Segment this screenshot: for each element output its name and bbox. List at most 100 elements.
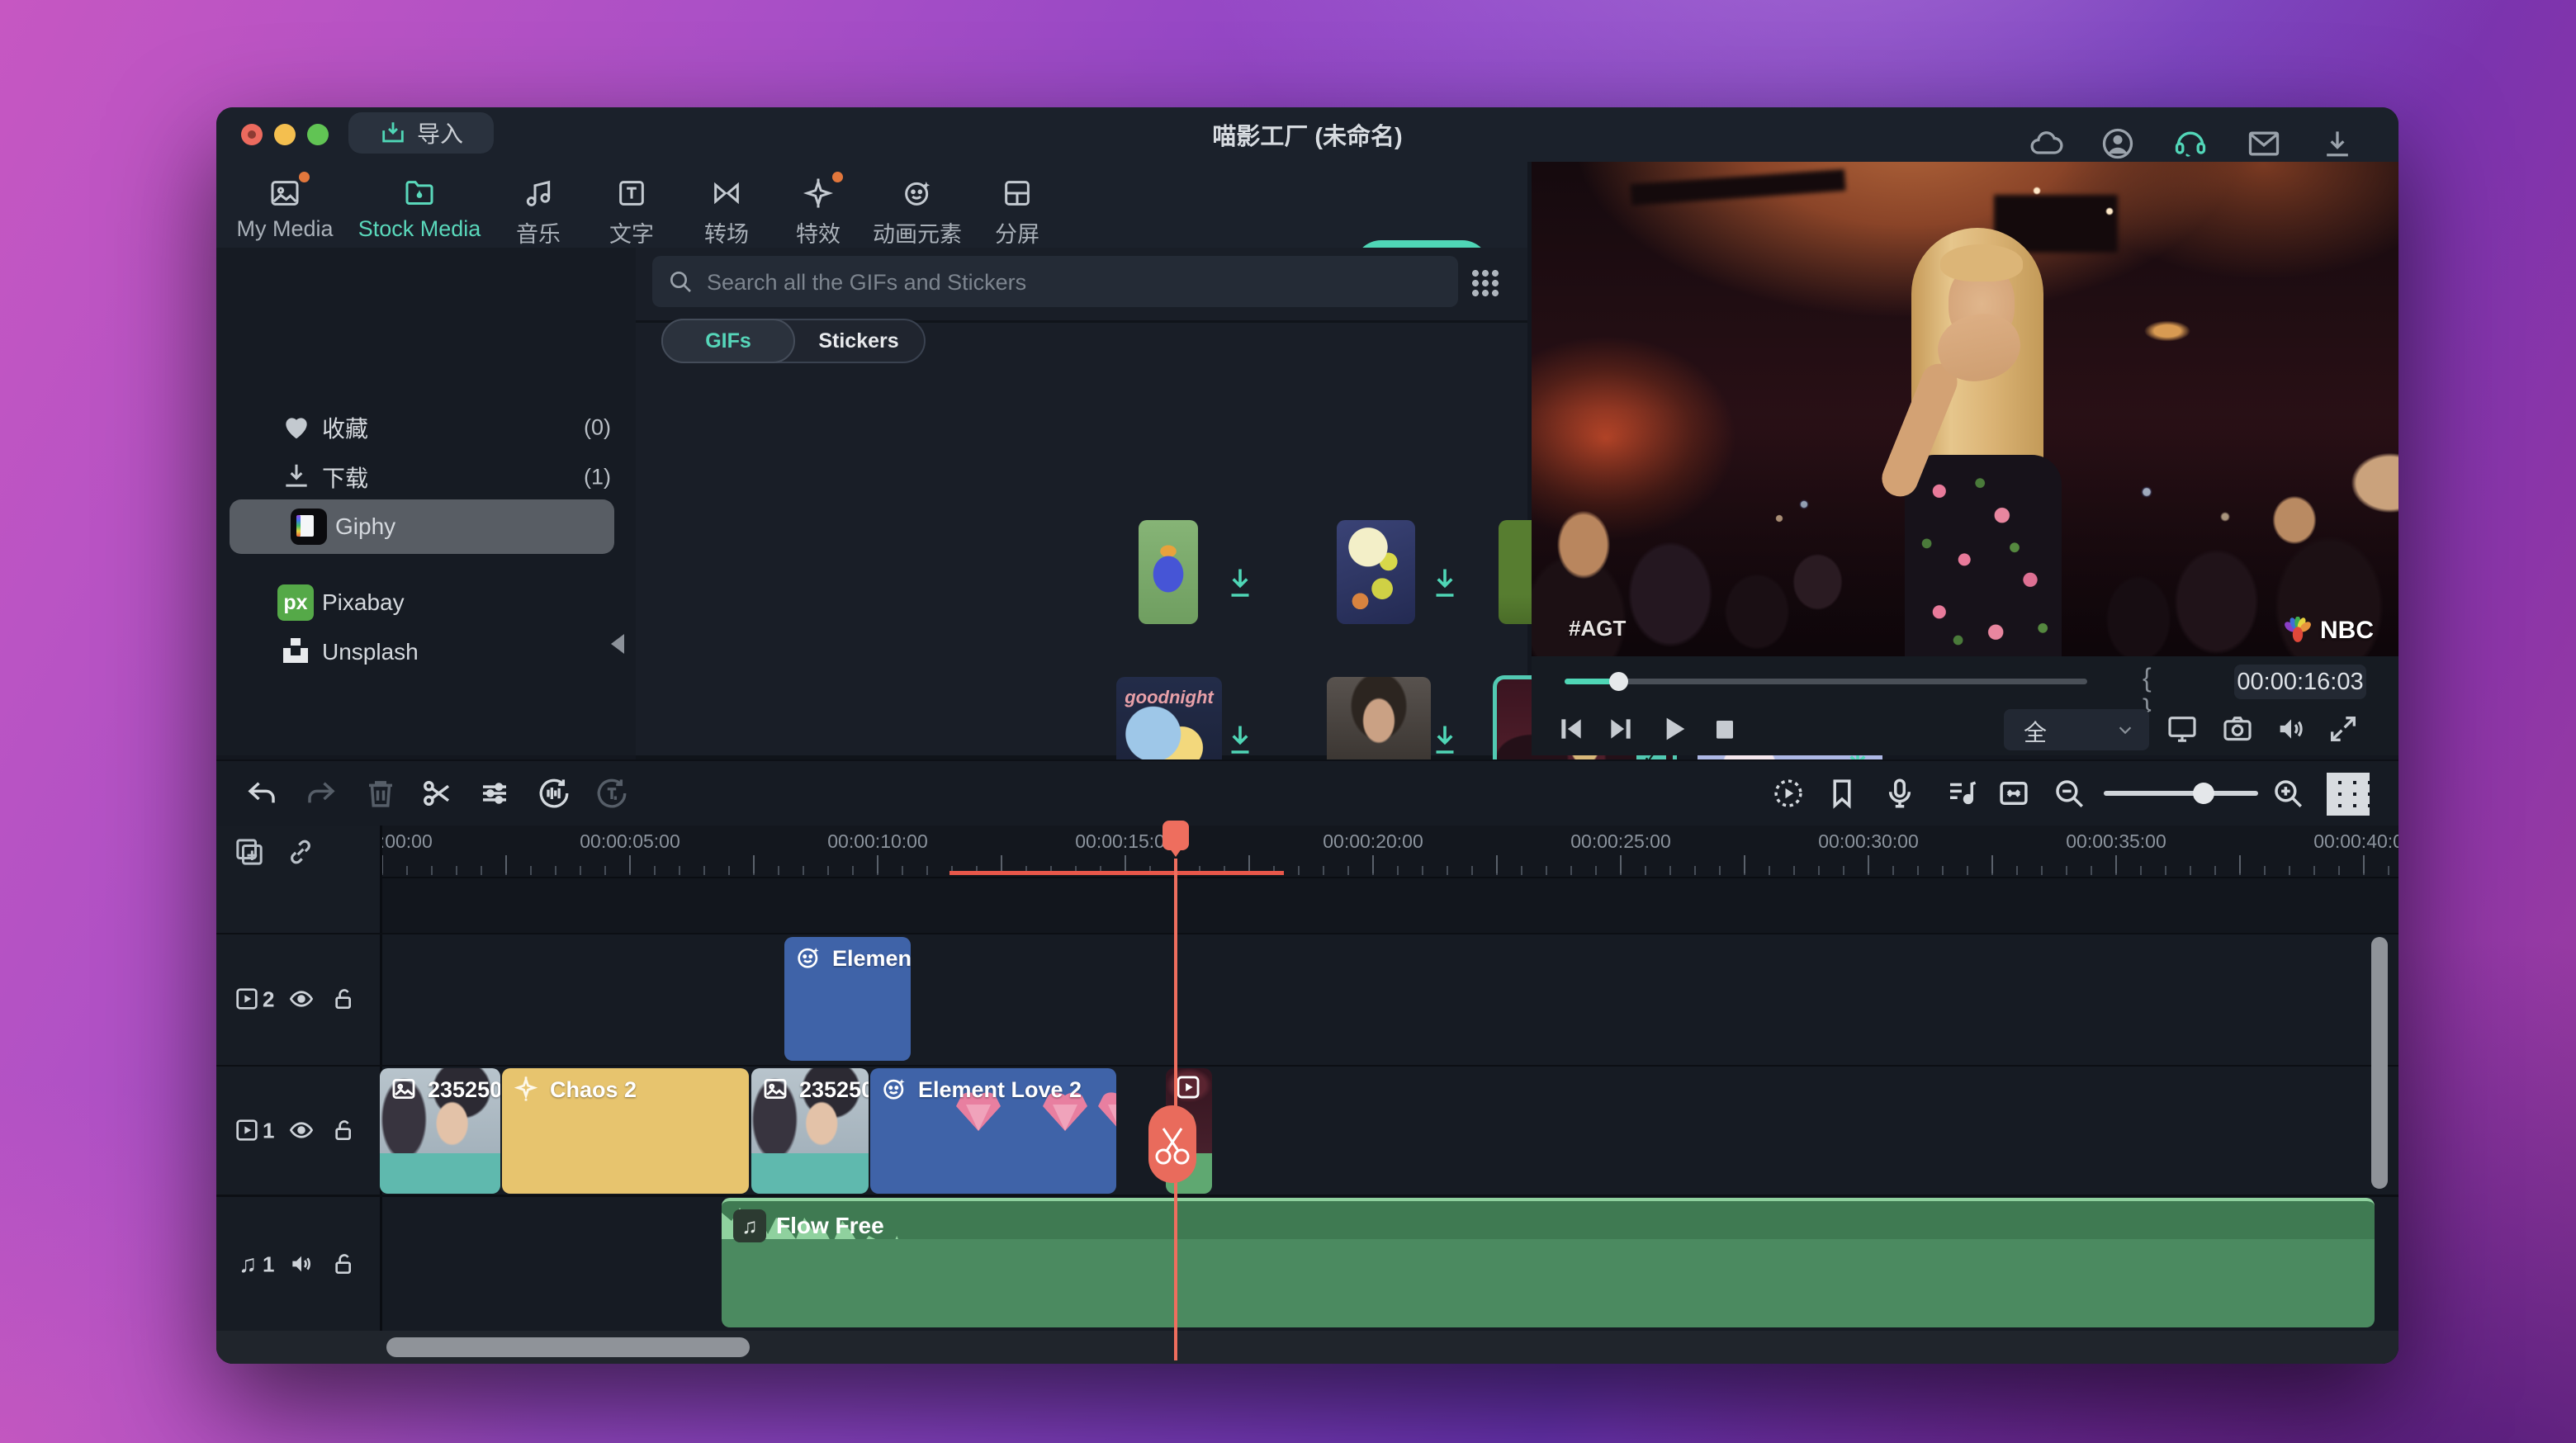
speech-to-text-button[interactable] [594,776,631,812]
tab-gifs[interactable]: GIFs [661,319,795,363]
stop-button[interactable] [1708,712,1745,749]
adjust-properties-button[interactable] [477,776,514,812]
display-device-icon[interactable] [2166,712,2202,749]
marker-button[interactable] [1825,776,1861,812]
clip-body [751,1153,869,1194]
undo-button[interactable] [244,776,281,812]
volume-icon[interactable] [2275,712,2311,749]
video-preview[interactable]: #AGT NBC [1532,162,2398,656]
link-clips-icon[interactable] [284,835,317,868]
clip-element-track2[interactable]: Element [784,937,911,1061]
clip-chaos2[interactable]: Chaos 2 [502,1068,749,1194]
cloud-icon[interactable] [2028,125,2064,162]
nbc-peacock-icon [2282,617,2313,645]
horizontal-scrollbar-thumb[interactable] [386,1337,750,1357]
account-icon[interactable] [2100,125,2136,162]
seek-bar[interactable] [1565,679,2087,684]
support-headset-icon[interactable] [2172,125,2209,162]
rendered-region-indicator [949,871,1284,875]
playhead-handle[interactable] [1163,821,1189,850]
tab-my-media[interactable]: My Media [216,177,359,242]
tab-label: My Media [236,216,333,242]
sidebar-item-unsplash[interactable]: Unsplash [216,627,636,678]
play-button[interactable] [1657,712,1693,749]
video-track-icon [234,986,262,1014]
download-gif-icon[interactable] [1225,565,1255,600]
video-track-icon [234,1117,262,1145]
timeline-zoom-slider[interactable] [2104,791,2258,796]
zoom-out-icon[interactable] [2052,776,2088,812]
sidebar-collapse-arrow[interactable] [611,634,624,654]
video-clip-icon [1174,1073,1202,1101]
clip-element-love[interactable]: Element Love 2 [870,1068,1116,1194]
audio-mixer-button[interactable] [1944,776,1981,812]
redo-button[interactable] [304,776,340,812]
performer-bangs [1940,244,2023,282]
ruler-label: 00:00:35:00 [2066,830,2166,853]
gif-thumbnail[interactable] [1139,520,1198,624]
ruler-label: 00:00:20:00 [1323,830,1423,853]
zoom-in-icon[interactable] [2271,776,2307,812]
record-voiceover-button[interactable] [1882,776,1919,812]
preview-scale-dropdown[interactable]: 全 [2004,709,2149,750]
music-note-icon: ♫ [733,1209,766,1242]
eye-icon[interactable] [288,986,316,1014]
window-title: 喵影工厂 (未命名) [216,107,2398,162]
apps-grid-icon[interactable] [1471,269,1499,297]
ruler-label: 00:00:05:00 [580,830,680,853]
tab-label: 音乐 [516,216,561,248]
sidebar-item-giphy[interactable]: Giphy [230,499,614,554]
zoom-slider-handle[interactable] [2193,783,2214,804]
render-preview-button[interactable] [1771,776,1807,812]
sidebar-item-pixabay[interactable]: px Pixabay [216,577,636,628]
add-track-icon[interactable] [233,835,266,868]
vertical-scrollbar-thumb[interactable] [2371,937,2388,1189]
download-gif-icon[interactable] [1430,565,1460,600]
seek-handle[interactable] [1609,672,1628,691]
tab-stickers[interactable]: Stickers [793,320,924,362]
agt-watermark: #AGT [1569,616,1626,641]
audio-denoise-button[interactable] [537,776,573,812]
gif-thumbnail[interactable] [1337,520,1415,624]
eye-icon[interactable] [288,1117,316,1145]
search-icon [667,268,694,295]
search-input[interactable] [705,256,1435,309]
timeline-ruler[interactable]: 00:00:00:00 00:00:05:00 00:00:10:00 00:0… [380,826,2398,878]
snapshot-camera-icon[interactable] [2221,712,2257,749]
clip-audio-flowfree[interactable]: ♫ Flow Free [722,1198,2375,1327]
speaker-icon[interactable] [288,1251,316,1279]
titlebar: 导入 喵影工厂 (未命名) [216,107,2398,162]
clip-title: 235250 [799,1077,869,1103]
fullscreen-icon[interactable] [2327,712,2363,749]
horizontal-scrollbar-track[interactable] [216,1331,2398,1364]
clip-title: Chaos 2 [550,1077,637,1103]
search-bar[interactable] [652,256,1458,307]
download-gif-icon[interactable] [1225,722,1255,757]
clip-image-2[interactable]: 235250 [751,1068,869,1194]
preview-panel: #AGT NBC { } 00:00:16:03 [1532,162,2398,755]
downloads-count: (1) [553,465,611,490]
lock-icon[interactable] [331,1251,359,1279]
chevron-down-icon [2116,721,2134,739]
heart-icon [281,411,314,444]
sidebar-item-label: Unsplash [322,639,419,665]
tab-splitscreen[interactable]: 分屏 [943,177,1091,248]
effect-sparkle-icon [512,1075,542,1105]
sidebar-item-favorites[interactable]: 收藏 (0) [216,402,636,453]
lock-icon[interactable] [331,1117,359,1145]
delete-button[interactable] [363,776,400,812]
sidebar-item-downloads[interactable]: 下载 (1) [216,452,636,503]
clip-image-1[interactable]: 235250 [380,1068,500,1194]
download-updates-icon[interactable] [2319,125,2356,162]
fit-timeline-button[interactable] [1996,776,2033,812]
split-scissors-button[interactable] [419,776,456,812]
scissors-cut-cursor[interactable] [1148,1105,1196,1183]
element-smiley-icon [880,1075,910,1105]
previous-frame-button[interactable] [1555,712,1591,749]
download-gif-icon[interactable] [1430,722,1460,757]
lock-icon[interactable] [331,986,359,1014]
track-manager-icon[interactable] [2327,773,2370,816]
splitscreen-icon [1001,177,1034,210]
next-frame-button[interactable] [1604,712,1641,749]
mail-icon[interactable] [2246,125,2282,162]
